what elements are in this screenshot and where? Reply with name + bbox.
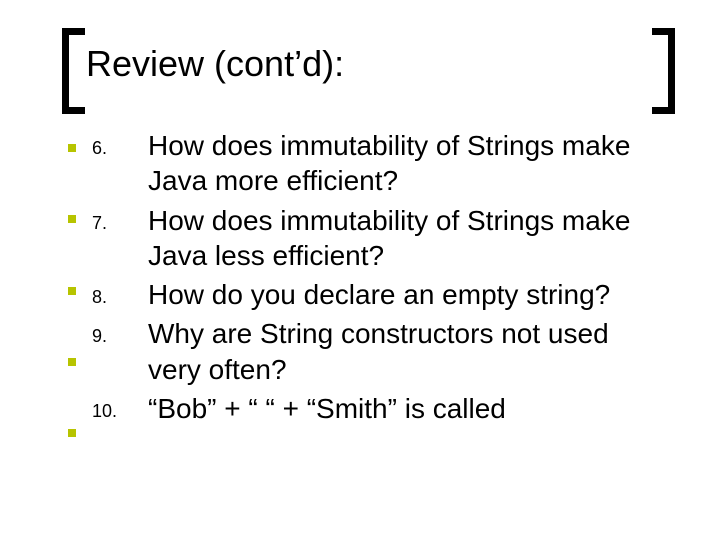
slide: Review (cont’d): 6. How does immutabilit… <box>0 0 720 540</box>
item-number: 6. <box>92 128 148 159</box>
list-item: 9. Why are String constructors not used … <box>92 316 652 387</box>
list-item: 8. How do you declare an empty string? <box>92 277 652 312</box>
item-text: “Bob” + “ “ + “Smith” is called <box>148 391 506 426</box>
bullet-accent-icon <box>68 429 76 437</box>
bullet-accent-icon <box>68 358 76 366</box>
item-text: How do you declare an empty string? <box>148 277 610 312</box>
item-text: How does immutability of Strings make Ja… <box>148 128 652 199</box>
list-item: 7. How does immutability of Strings make… <box>92 203 652 274</box>
title-bracket-left-icon <box>62 28 85 114</box>
title-bracket-right-icon <box>652 28 675 114</box>
slide-title: Review (cont’d): <box>86 43 344 85</box>
list-item: 10. “Bob” + “ “ + “Smith” is called <box>92 391 652 426</box>
slide-body: 6. How does immutability of Strings make… <box>92 128 652 430</box>
bullet-accent-icon <box>68 144 76 152</box>
item-text: How does immutability of Strings make Ja… <box>148 203 652 274</box>
item-number: 10. <box>92 391 148 422</box>
list-item: 6. How does immutability of Strings make… <box>92 128 652 199</box>
bullet-accent-icon <box>68 287 76 295</box>
item-number: 8. <box>92 277 148 308</box>
item-text: Why are String constructors not used ver… <box>148 316 652 387</box>
bullet-accent-icon <box>68 215 76 223</box>
question-list: 6. How does immutability of Strings make… <box>92 128 652 426</box>
item-number: 9. <box>92 316 148 347</box>
item-number: 7. <box>92 203 148 234</box>
